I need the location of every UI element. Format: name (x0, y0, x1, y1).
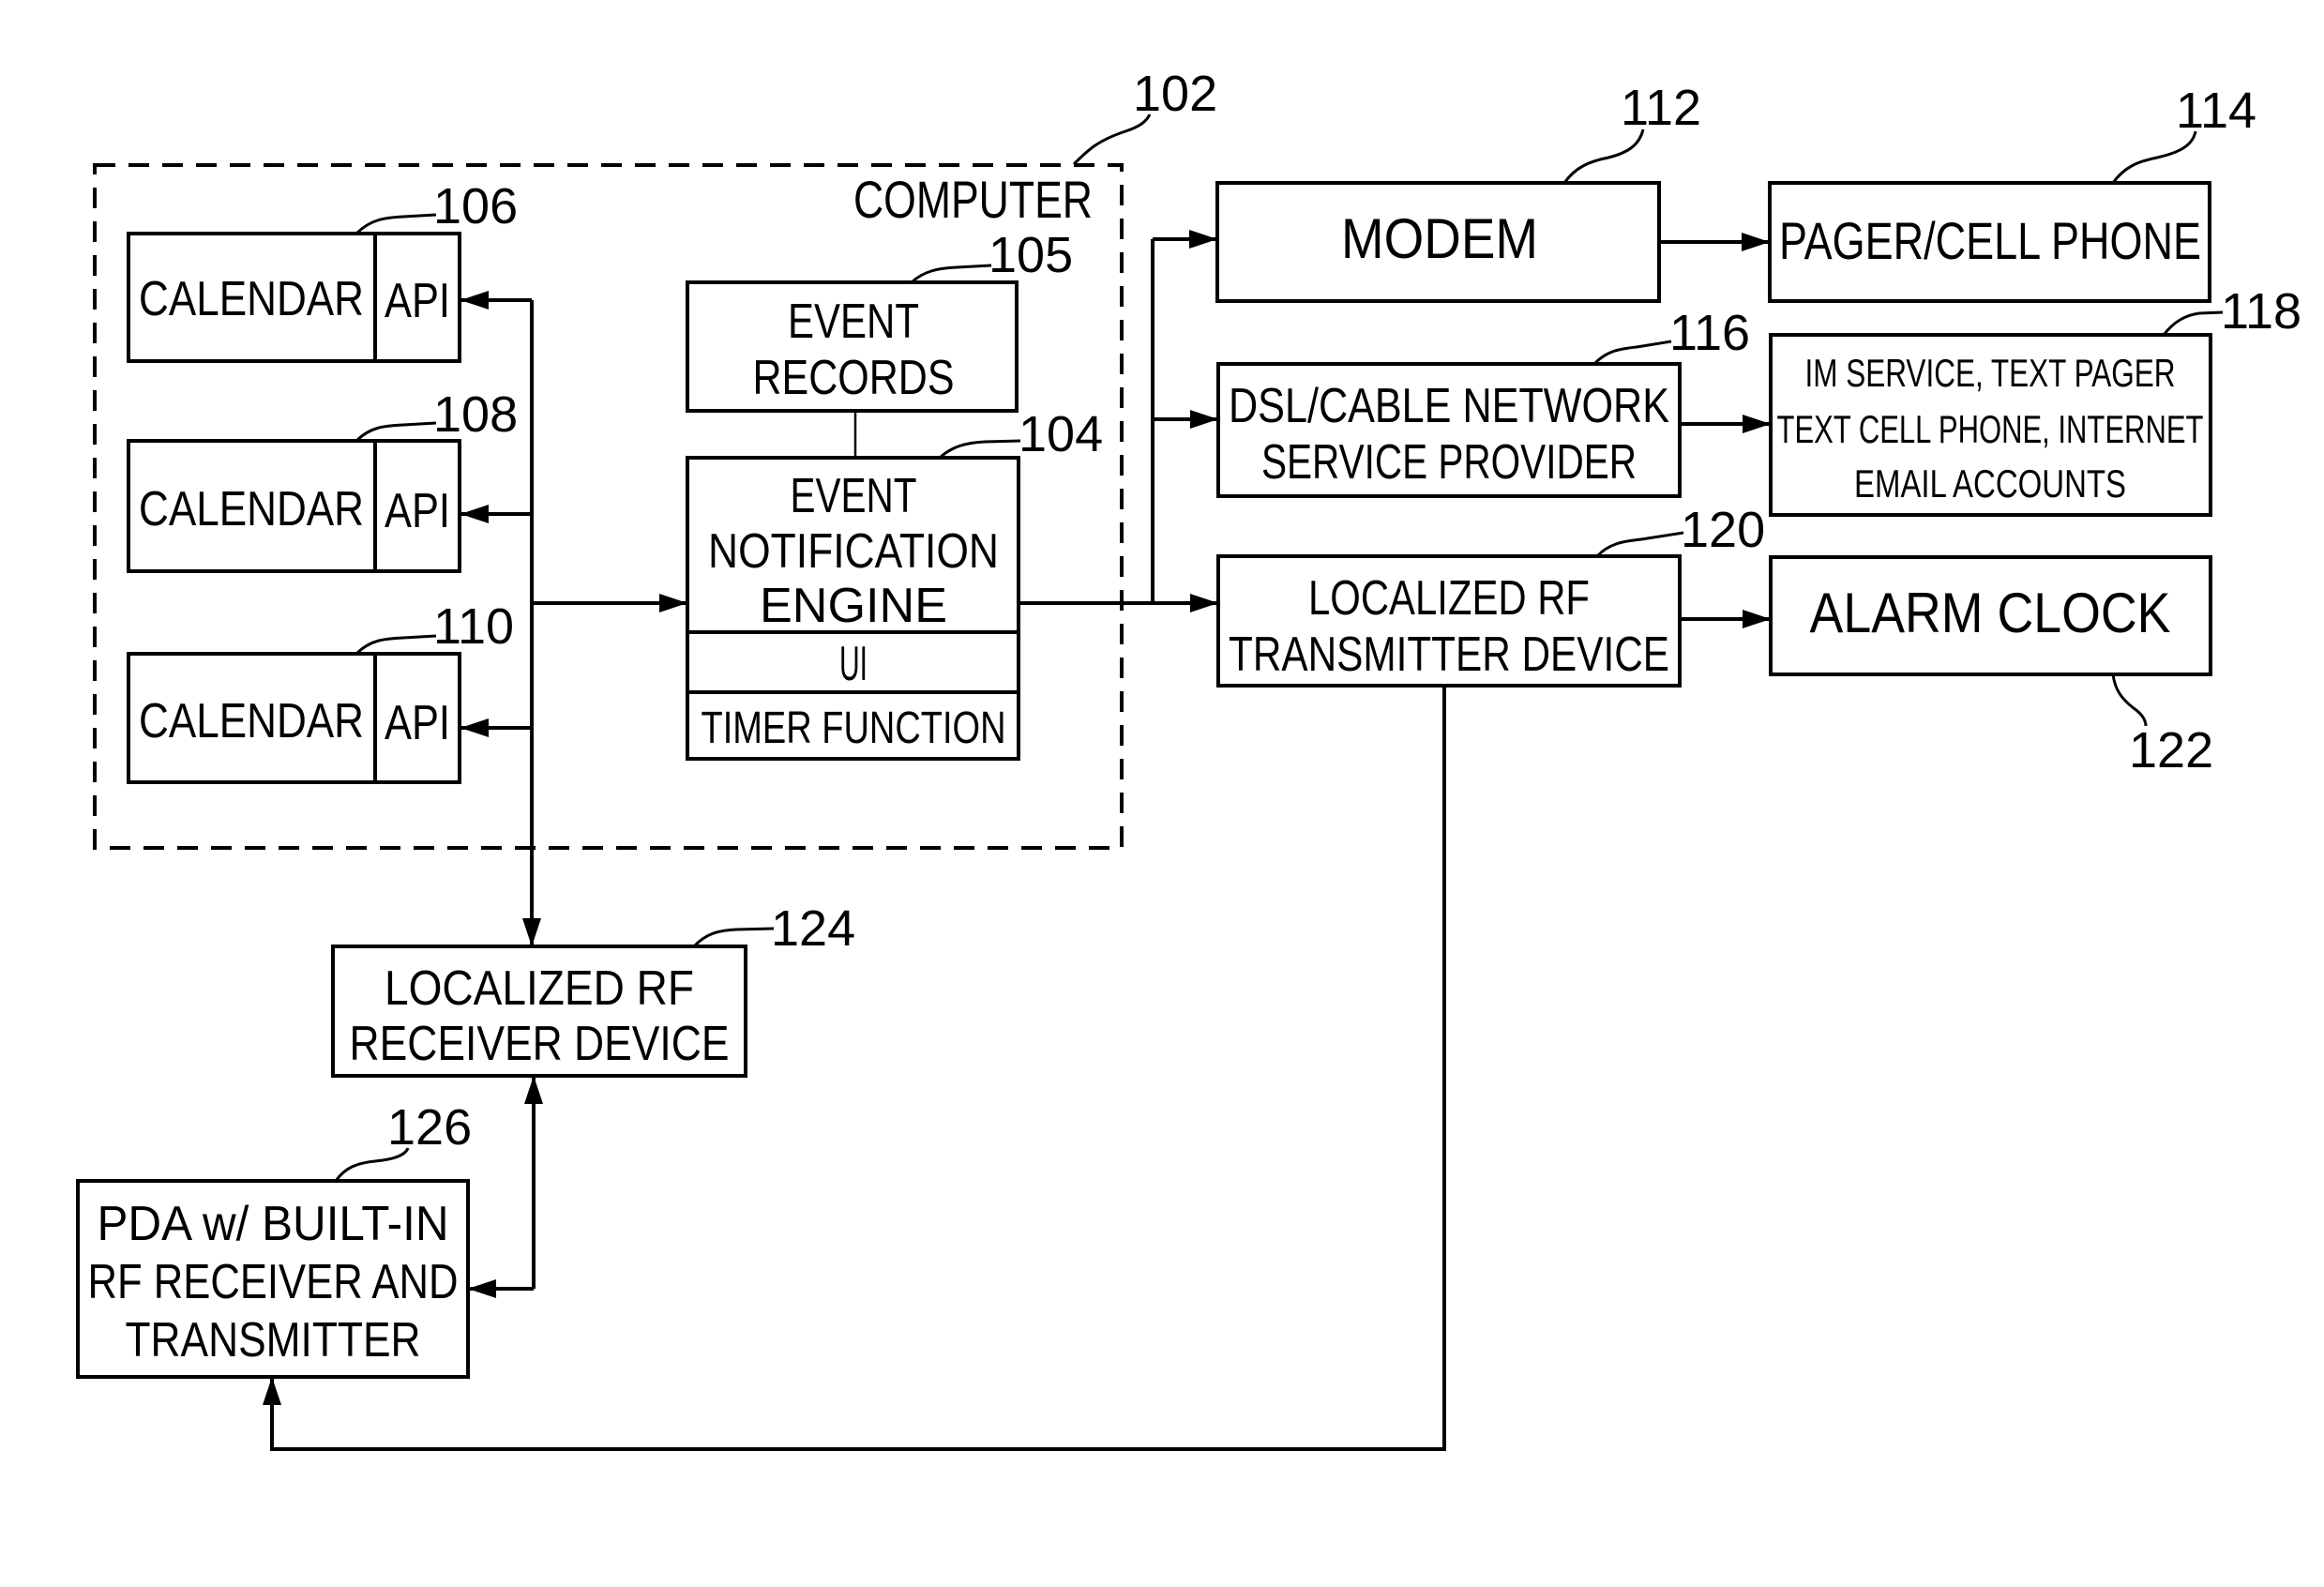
ref-116: 116 (1669, 305, 1750, 361)
pda-line-1: PDA w/ BUILT-IN (98, 1197, 449, 1251)
engine-line-3: ENGINE (760, 579, 947, 633)
modem-label: MODEM (1341, 207, 1538, 270)
transmitter-line-2: TRANSMITTER DEVICE (1229, 627, 1669, 682)
calendar-block-3: CALENDAR API 110 (127, 598, 514, 784)
im-line-3: EMAIL ACCOUNTS (1854, 461, 2126, 506)
ref-104: 104 (1019, 406, 1103, 462)
calendar-label-2: CALENDAR (139, 482, 364, 537)
api-label-2: API (385, 484, 450, 538)
ref-105: 105 (988, 227, 1073, 283)
block-diagram: COMPUTER 102 CALENDAR API 106 CALENDAR A… (76, 66, 2301, 1451)
alarm-block: ALARM CLOCK 122 (1769, 555, 2213, 778)
ref-122-leader (2111, 673, 2148, 727)
ref-108-leader (355, 421, 437, 443)
pda-line-2: RF RECEIVER AND (88, 1255, 459, 1309)
ref-112-leader (1562, 128, 1645, 184)
engine-ui-label: UI (839, 637, 868, 691)
alarm-label: ALARM CLOCK (1810, 582, 2171, 644)
ref-124: 124 (771, 900, 855, 957)
ref-106: 106 (433, 178, 518, 234)
calendar-label-3: CALENDAR (139, 694, 364, 748)
dsl-block: DSL/CABLE NETWORK SERVICE PROVIDER 116 (1216, 305, 1771, 498)
event-records-line-1: EVENT (788, 295, 919, 349)
ref-110-leader (355, 634, 437, 656)
calendar-label-1: CALENDAR (139, 272, 364, 326)
calendar-block-2: CALENDAR API 108 (127, 386, 518, 573)
ref-110: 110 (433, 598, 514, 655)
ref-114-leader (2111, 130, 2197, 184)
transmitter-block: LOCALIZED RF TRANSMITTER DEVICE 120 (1216, 502, 1771, 688)
ref-116-leader (1592, 340, 1672, 366)
receiver-pda-link (468, 1076, 543, 1298)
ref-112: 112 (1621, 80, 1701, 136)
ref-108: 108 (433, 386, 518, 443)
calendar-block-1: CALENDAR API 106 (127, 178, 518, 363)
pager-label: PAGER/CELL PHONE (1779, 211, 2201, 270)
engine-line-2: NOTIFICATION (708, 524, 999, 579)
computer-label: COMPUTER (853, 170, 1093, 229)
ref-114: 114 (2176, 83, 2256, 139)
api-label-3: API (385, 696, 450, 750)
modem-block: MODEM 112 (1215, 80, 1770, 303)
engine-block: EVENT NOTIFICATION ENGINE UI TIMER FUNCT… (686, 406, 1103, 761)
dsl-line-2: SERVICE PROVIDER (1261, 435, 1637, 490)
receiver-line-1: LOCALIZED RF (385, 961, 694, 1016)
ref-105-leader (910, 264, 992, 284)
engine-timer-label: TIMER FUNCTION (702, 703, 1006, 753)
im-line-1: IM SERVICE, TEXT PAGER (1805, 351, 2176, 395)
pda-block: PDA w/ BUILT-IN RF RECEIVER AND TRANSMIT… (76, 1099, 472, 1379)
engine-line-1: EVENT (791, 469, 917, 523)
transmitter-line-1: LOCALIZED RF (1308, 571, 1590, 626)
receiver-line-2: RECEIVER DEVICE (350, 1017, 730, 1071)
ref-102: 102 (1133, 66, 1217, 122)
ref-124-leader (692, 927, 775, 948)
im-block: IM SERVICE, TEXT PAGER TEXT CELL PHONE, … (1769, 283, 2301, 517)
receiver-block: LOCALIZED RF RECEIVER DEVICE 124 (331, 900, 855, 1078)
ref-126: 126 (387, 1099, 472, 1156)
api-label-1: API (385, 274, 450, 328)
im-line-2: TEXT CELL PHONE, INTERNET (1777, 407, 2204, 451)
ref-104-leader (938, 439, 1021, 460)
dsl-line-1: DSL/CABLE NETWORK (1229, 379, 1669, 433)
ref-118-leader (2162, 310, 2224, 336)
pda-line-3: TRANSMITTER (126, 1313, 421, 1368)
pager-block: PAGER/CELL PHONE 114 (1768, 83, 2256, 303)
ref-122: 122 (2129, 722, 2213, 778)
ref-106-leader (355, 213, 437, 235)
event-records-block: EVENT RECORDS 105 (686, 227, 1073, 458)
event-records-line-2: RECORDS (753, 351, 955, 405)
ref-118: 118 (2221, 283, 2301, 340)
ref-120-leader (1595, 531, 1684, 558)
ref-120: 120 (1681, 502, 1765, 558)
